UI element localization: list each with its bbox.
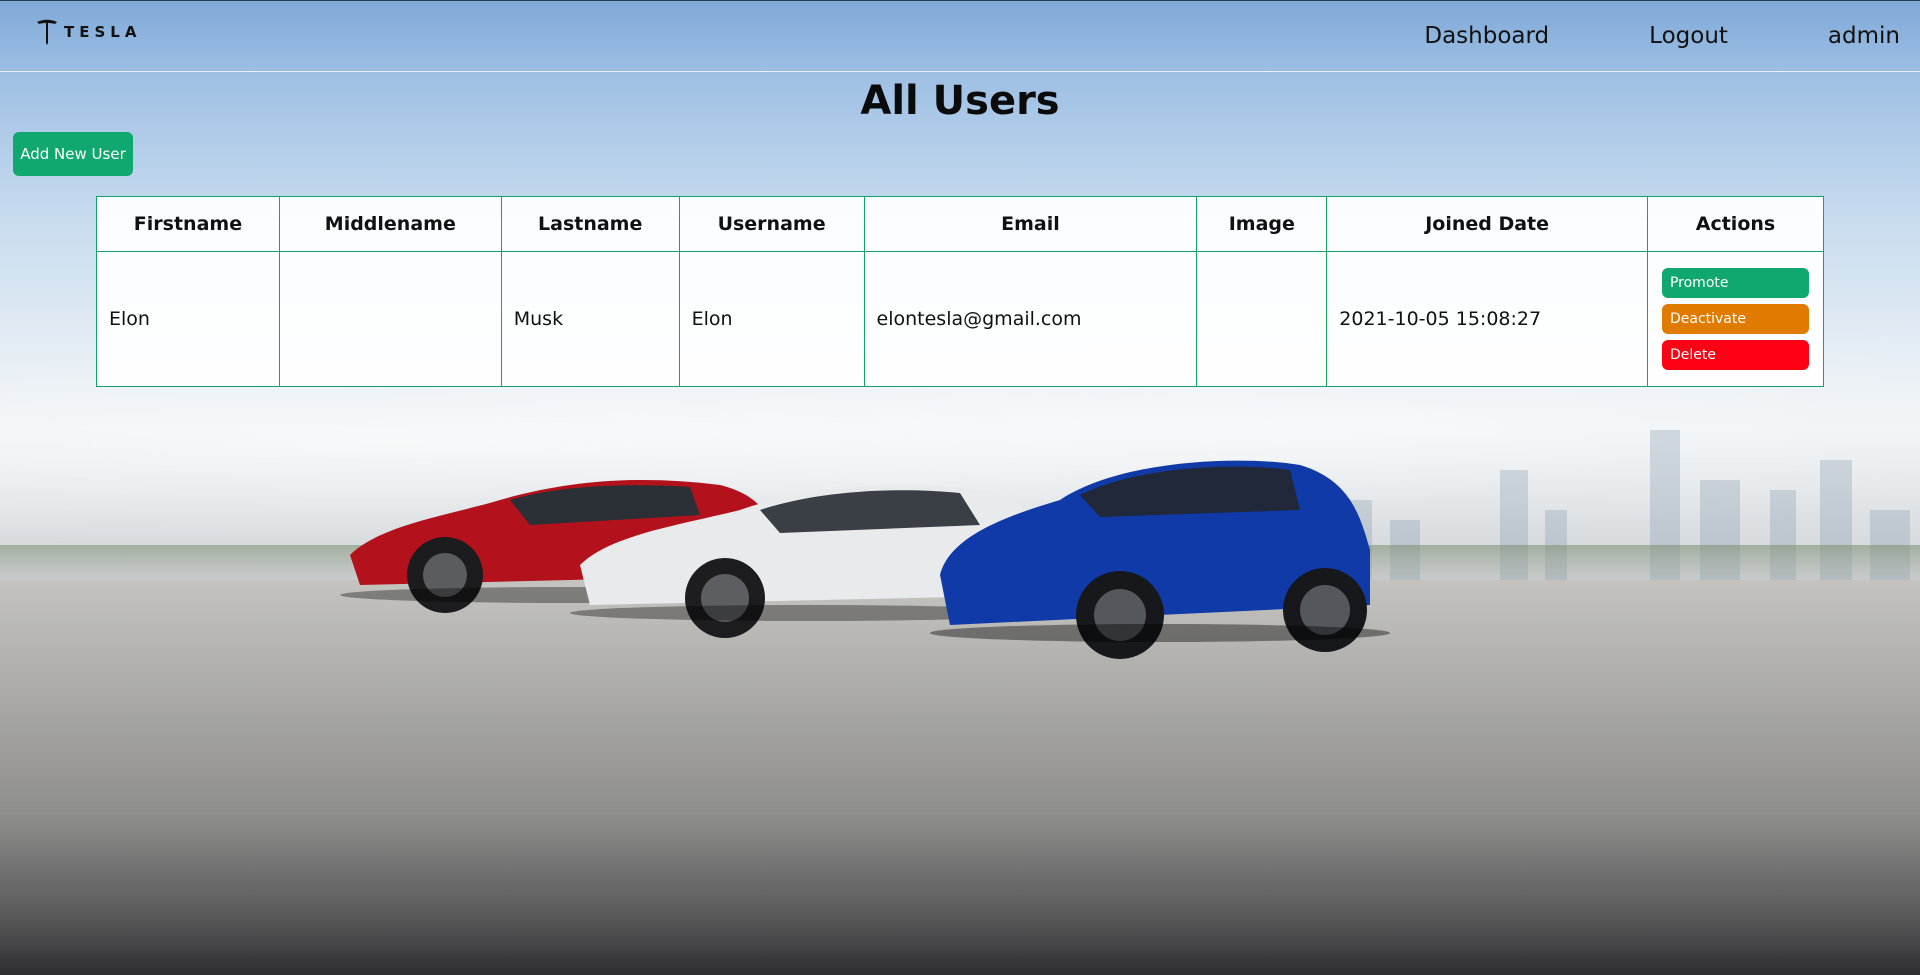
- cell-image: [1196, 251, 1328, 387]
- cell-username: Elon: [678, 251, 865, 387]
- cell-actions: Promote Deactivate Delete: [1646, 251, 1825, 387]
- header-lastname: Lastname: [500, 196, 680, 252]
- header-middlename: Middlename: [278, 196, 502, 252]
- nav-logout-link[interactable]: Logout: [1649, 23, 1728, 49]
- background-horizon: [0, 545, 1920, 585]
- users-table: Firstname Middlename Lastname Username E…: [96, 196, 1825, 387]
- background-skyline: [1330, 400, 1920, 580]
- blue-car: [930, 460, 1390, 659]
- header-username: Username: [678, 196, 865, 252]
- cell-joined-date: 2021-10-05 15:08:27: [1326, 251, 1648, 387]
- add-new-user-button[interactable]: Add New User: [13, 132, 133, 176]
- cell-email: elontesla@gmail.com: [863, 251, 1198, 387]
- background-ground: [0, 580, 1920, 975]
- header-email: Email: [863, 196, 1198, 252]
- table-header-row: Firstname Middlename Lastname Username E…: [96, 196, 1825, 252]
- red-car: [340, 480, 800, 613]
- promote-button[interactable]: Promote: [1661, 268, 1809, 298]
- white-car: [570, 485, 1052, 638]
- cell-middlename: [278, 251, 502, 387]
- cell-firstname: Elon: [96, 251, 280, 387]
- navbar: TESLA Dashboard Logout admin: [0, 0, 1920, 72]
- header-joined-date: Joined Date: [1326, 196, 1648, 252]
- nav-user-link[interactable]: admin: [1828, 23, 1900, 49]
- tesla-t-icon: [37, 19, 57, 45]
- logo-text: TESLA: [64, 23, 142, 41]
- cars-illustration: [340, 460, 1390, 659]
- delete-button[interactable]: Delete: [1661, 340, 1809, 370]
- page-title: All Users: [860, 78, 1060, 124]
- row-actions: Promote Deactivate Delete: [1660, 268, 1811, 370]
- deactivate-button[interactable]: Deactivate: [1661, 304, 1809, 334]
- header-image: Image: [1196, 196, 1328, 252]
- nav-dashboard-link[interactable]: Dashboard: [1424, 23, 1549, 49]
- header-actions: Actions: [1646, 196, 1825, 252]
- cell-lastname: Musk: [500, 251, 680, 387]
- background-image: [0, 0, 1920, 975]
- table-row: Elon Musk Elon elontesla@gmail.com 2021-…: [96, 251, 1825, 387]
- header-firstname: Firstname: [96, 196, 280, 252]
- tesla-logo[interactable]: TESLA: [36, 19, 141, 45]
- nav-links: Dashboard Logout admin: [1324, 23, 1900, 49]
